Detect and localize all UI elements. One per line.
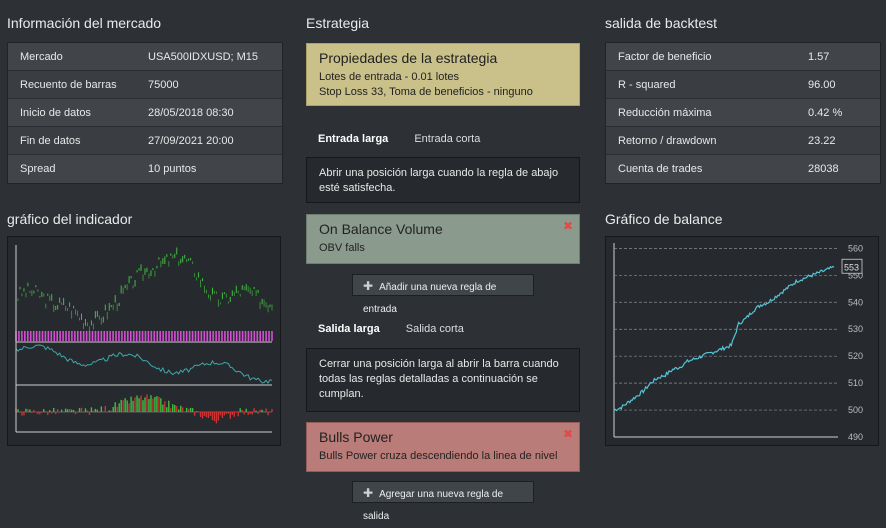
last-value-label: 553 (844, 262, 859, 272)
add-entry-rule-button[interactable]: ✚ Añadir una nueva regla de entrada (352, 274, 534, 315)
y-tick-label: 560 (848, 243, 863, 253)
remove-entry-rule-icon[interactable]: ✖ (563, 219, 573, 233)
strategy-properties-title: Propiedades de la estrategia (319, 50, 498, 66)
exit-description-text: Cerrar una posición larga al abrir la ba… (319, 358, 559, 400)
backtest-key: Cuenta de trades (618, 163, 703, 175)
market-info-value: 27/09/2021 20:00 (148, 135, 234, 147)
entry-tabs: Entrada larga Entrada corta (318, 133, 506, 145)
market-info-value: 28/05/2018 08:30 (148, 107, 234, 119)
market-info-row: Mercado USA500IDXUSD; M15 (8, 43, 282, 71)
backtest-key: Reducción máxima (618, 107, 712, 119)
entry-description-text: Abrir una posición larga cuando la regla… (319, 167, 559, 194)
obv-line (15, 344, 273, 384)
exit-rule-title: Bulls Power (319, 429, 393, 445)
backtest-row: Cuenta de trades 28038 (606, 155, 880, 183)
plus-icon: ✚ (363, 486, 374, 500)
backtest-value: 28038 (808, 163, 839, 175)
exit-rule-card[interactable]: Bulls Power Bulls Power cruza descendien… (306, 422, 580, 472)
backtest-row: Reducción máxima 0.42 % (606, 99, 880, 127)
plus-icon: ✚ (363, 279, 374, 293)
backtest-value: 96.00 (808, 79, 836, 91)
exit-description: Cerrar una posición larga al abrir la ba… (306, 348, 580, 412)
backtest-value: 1.57 (808, 51, 830, 63)
strategy-properties-card[interactable]: Propiedades de la estrategia Lotes de en… (306, 43, 580, 106)
market-info-value: 75000 (148, 79, 179, 91)
backtest-table: Factor de beneficio 1.57 R - squared 96.00 R… (605, 42, 881, 184)
exit-rule-detail: Bulls Power cruza descendiendo la linea … (319, 450, 558, 462)
backtest-value: 23.22 (808, 135, 836, 147)
backtest-title: salida de backtest (605, 15, 718, 31)
tab-short-exit[interactable]: Salida corta (406, 323, 464, 335)
strategy-properties-sltp: Stop Loss 33, Toma de beneficios - ningu… (319, 86, 533, 98)
indicator-chart-title: gráfico del indicador (7, 211, 133, 227)
market-info-key: Mercado (20, 51, 63, 63)
balance-chart-title: Gráfico de balance (605, 211, 723, 227)
balance-line (613, 265, 835, 412)
market-info-title: Información del mercado (7, 15, 162, 31)
backtest-key: R - squared (618, 79, 676, 91)
entry-rule-card[interactable]: On Balance Volume OBV falls ✖ (306, 214, 580, 264)
market-info-key: Spread (20, 163, 56, 175)
y-tick-label: 530 (848, 324, 863, 334)
entry-rule-detail: OBV falls (319, 242, 365, 254)
tab-long-exit[interactable]: Salida larga (318, 323, 380, 335)
entry-rule-title: On Balance Volume (319, 221, 443, 237)
indicator-chart-canvas (15, 245, 273, 433)
add-exit-rule-label: Agregar una nueva regla de salida (363, 489, 504, 522)
market-info-value: USA500IDXUSD; M15 (148, 51, 259, 63)
y-tick-label: 510 (848, 378, 863, 388)
backtest-key: Factor de beneficio (618, 51, 712, 63)
add-entry-rule-label: Añadir una nueva regla de entrada (363, 282, 497, 315)
exit-tabs: Salida larga Salida corta (318, 323, 490, 335)
market-info-key: Fin de datos (20, 135, 81, 147)
tab-short-entry[interactable]: Entrada corta (414, 133, 480, 145)
market-info-key: Recuento de barras (20, 79, 117, 91)
add-exit-rule-button[interactable]: ✚ Agregar una nueva regla de salida (352, 481, 534, 522)
y-tick-label: 520 (848, 351, 863, 361)
balance-chart-canvas: 490500510520530540550560553 (613, 243, 863, 442)
backtest-key: Retorno / drawdown (618, 135, 717, 147)
market-info-row: Fin de datos 27/09/2021 20:00 (8, 127, 282, 155)
market-info-value: 10 puntos (148, 163, 197, 175)
y-tick-label: 490 (848, 432, 863, 442)
market-info-row: Recuento de barras 75000 (8, 71, 282, 99)
market-info-row: Spread 10 puntos (8, 155, 282, 183)
tab-long-entry[interactable]: Entrada larga (318, 133, 388, 145)
remove-exit-rule-icon[interactable]: ✖ (563, 427, 573, 441)
entry-description: Abrir una posición larga cuando la regla… (306, 157, 580, 203)
market-info-row: Inicio de datos 28/05/2018 08:30 (8, 99, 282, 127)
strategy-title: Estrategia (306, 15, 370, 31)
backtest-row: R - squared 96.00 (606, 71, 880, 99)
strategy-properties-lots: Lotes de entrada - 0.01 lotes (319, 71, 460, 83)
backtest-value: 0.42 % (808, 107, 843, 119)
market-info-table: Mercado USA500IDXUSD; M15 Recuento de barr… (7, 42, 283, 184)
balance-chart: 490 500 510 520 530 540 550 560 553 (605, 236, 879, 446)
y-tick-label: 500 (848, 405, 863, 415)
backtest-row: Retorno / drawdown 23.22 (606, 127, 880, 155)
indicator-chart (7, 236, 281, 446)
backtest-row: Factor de beneficio 1.57 (606, 43, 880, 71)
market-info-key: Inicio de datos (20, 107, 91, 119)
y-tick-label: 540 (848, 297, 863, 307)
